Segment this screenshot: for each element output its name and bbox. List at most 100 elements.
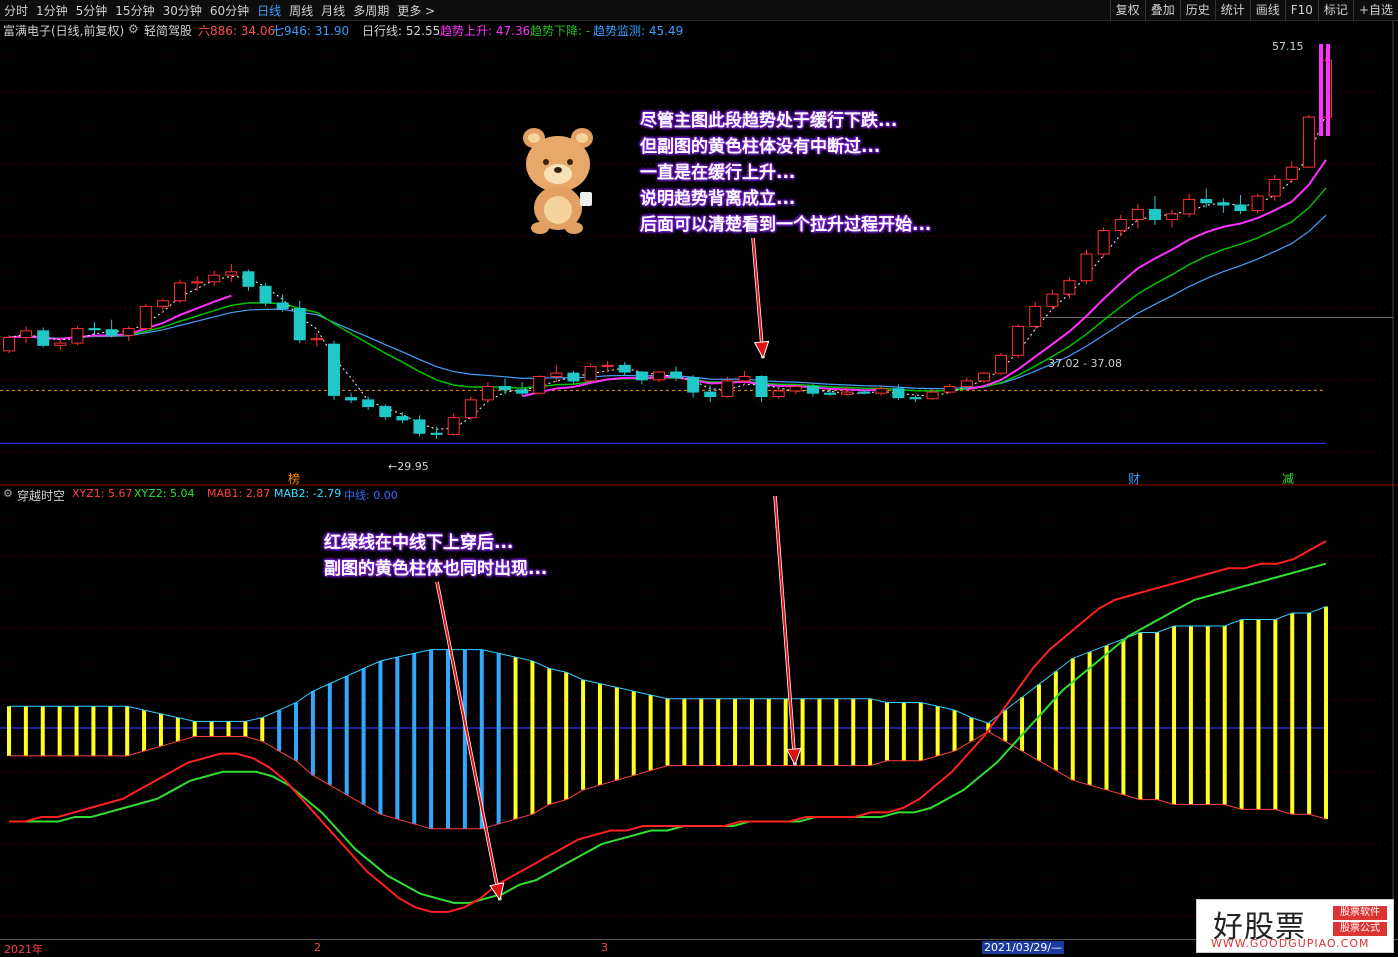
candle-body [122,328,135,336]
main-indicator-bar: 富满电子(日线,前复权) ⚙ 轻简驾股 六886: 34.06 七946: 31… [0,21,1398,39]
main-annotation-line: 尽管主图此段趋势处于缓行下跌... [640,111,898,131]
candle-body [447,417,460,435]
period-tab[interactable]: 15分钟 [111,2,158,19]
candle-body [995,354,1008,374]
candle-body [1251,195,1264,212]
stock-title[interactable]: 富满电子(日线,前复权) [3,22,124,39]
candle-body [276,302,289,310]
candle-body [430,432,443,435]
candle-body [892,388,905,399]
candle-body [1063,280,1076,295]
sub-indicator-name[interactable]: 穿越时空 [17,487,65,504]
signal-bar [1319,44,1323,136]
range-price-label: 37.02 - 37.08 [1048,357,1122,370]
arrow-main-head [753,340,770,360]
period-tab[interactable]: 月线 [317,2,349,19]
timeline-cursor-date: 2021/03/29/— [982,941,1065,954]
xyz1-value: XYZ1: 5.67 [72,487,133,500]
sub-settings-icon[interactable]: ⚙ [3,487,13,500]
candle-body [1097,230,1110,255]
period-tab[interactable]: 多周期 [349,2,393,19]
candle-body [567,372,580,382]
toolbar-right-buttons: 复权 叠加 历史 统计 画线 F10 标记 +自选 [1109,0,1398,20]
period-tab[interactable]: 1分钟 [32,2,72,19]
candle-body [841,391,854,395]
timeline-month-2: 2 [314,941,321,954]
indicator-name[interactable]: 轻简驾股 [144,22,192,39]
candle-body [3,337,15,352]
arrow-main [752,237,764,359]
candle-body [413,419,426,434]
candle-body [345,397,358,401]
candle-body [191,281,204,284]
logo-badge-formula: 股票公式 [1333,922,1387,936]
sub-indicator-bar: ⚙ 穿越时空 XYZ1: 5.67 XYZ2: 5.04 MAB1: 2.87 … [0,486,1398,504]
period-tab[interactable]: 30分钟 [159,2,206,19]
period-tab[interactable]: 60分钟 [206,2,253,19]
high-price-label: 57.15 [1272,40,1304,53]
marker-jian[interactable]: 减 [1282,470,1294,487]
candle-body [858,391,871,394]
low-price-value: 29.95 [397,460,429,473]
toolbar-button[interactable]: 统计 [1214,0,1250,20]
period-tab[interactable]: 更多 > [393,2,439,19]
timeline-bar: 2021年 2 3 2021/03/29/— [0,939,1398,956]
candle-body [54,342,67,346]
candle-body [105,329,118,336]
low-price-label: ←29.95 [388,460,429,473]
ma-six-value: 六886: 34.06 [198,24,276,38]
indicator-settings-icon[interactable]: ⚙ [128,22,139,36]
toolbar-button[interactable]: F10 [1284,0,1318,20]
toolbar-button[interactable]: +自选 [1352,0,1398,20]
candle-body [396,416,409,421]
candle-body [1046,293,1059,307]
candle-body [139,305,152,330]
candle-body [293,308,306,341]
daily-line-value: 日行线: 52.55 [362,24,441,38]
ma-seven-value: 七946: 31.90 [272,24,350,38]
candle-body [823,392,836,395]
candle-body [464,399,477,419]
candle-body [533,375,546,394]
candle-body [789,386,802,392]
trend-up-value: 趋势上升: 47.36 [440,24,531,38]
period-tab[interactable]: 日线 [253,2,285,19]
goodgupiao-logo: 好股票 股票软件 股票公式 WWW.GOODGUPIAO.COM [1196,899,1394,953]
arrow-sub-right-head [786,747,802,767]
trend-monitor-value: 趋势监测: 45.49 [593,24,684,38]
toolbar-button[interactable]: 叠加 [1144,0,1180,20]
period-tabs: 分时 1分钟 5分钟 15分钟 30分钟 60分钟 日线 周线 月线 多周期 更多 > [0,0,439,20]
candle-body [379,406,392,418]
candle-body [208,274,221,283]
candle-body [1285,166,1298,180]
period-tab[interactable]: 5分钟 [72,2,112,19]
candle-body [977,372,990,382]
candle-body [1131,208,1144,220]
candle-body [687,377,700,393]
period-tab[interactable]: 分时 [0,2,32,19]
period-tab[interactable]: 周线 [285,2,317,19]
marker-cai[interactable]: 财 [1128,470,1140,487]
candle-body [943,386,956,393]
candle-body [704,391,717,398]
timeline-month-3: 3 [601,941,608,954]
candle-body [1234,204,1247,212]
toolbar-button[interactable]: 画线 [1249,0,1285,20]
candle-body [88,328,101,331]
candle-body [1166,213,1179,220]
toolbar-button[interactable]: 历史 [1179,0,1215,20]
candle-body [670,371,683,379]
candle-body [516,389,529,394]
mab2-value: MAB2: -2.79 [274,487,342,500]
candle-body [960,380,973,388]
toolbar-button[interactable]: 标记 [1317,0,1353,20]
toolbar-button[interactable]: 复权 [1109,0,1145,20]
candle-body [1148,208,1161,220]
candle-body [71,328,84,344]
candle-body [550,372,563,377]
mab1-value: MAB1: 2.87 [207,487,271,500]
candle-body [1200,198,1213,204]
signal-bar [1326,44,1330,136]
marker-bang[interactable]: 榜 [288,470,300,487]
candle-body [1029,305,1042,327]
